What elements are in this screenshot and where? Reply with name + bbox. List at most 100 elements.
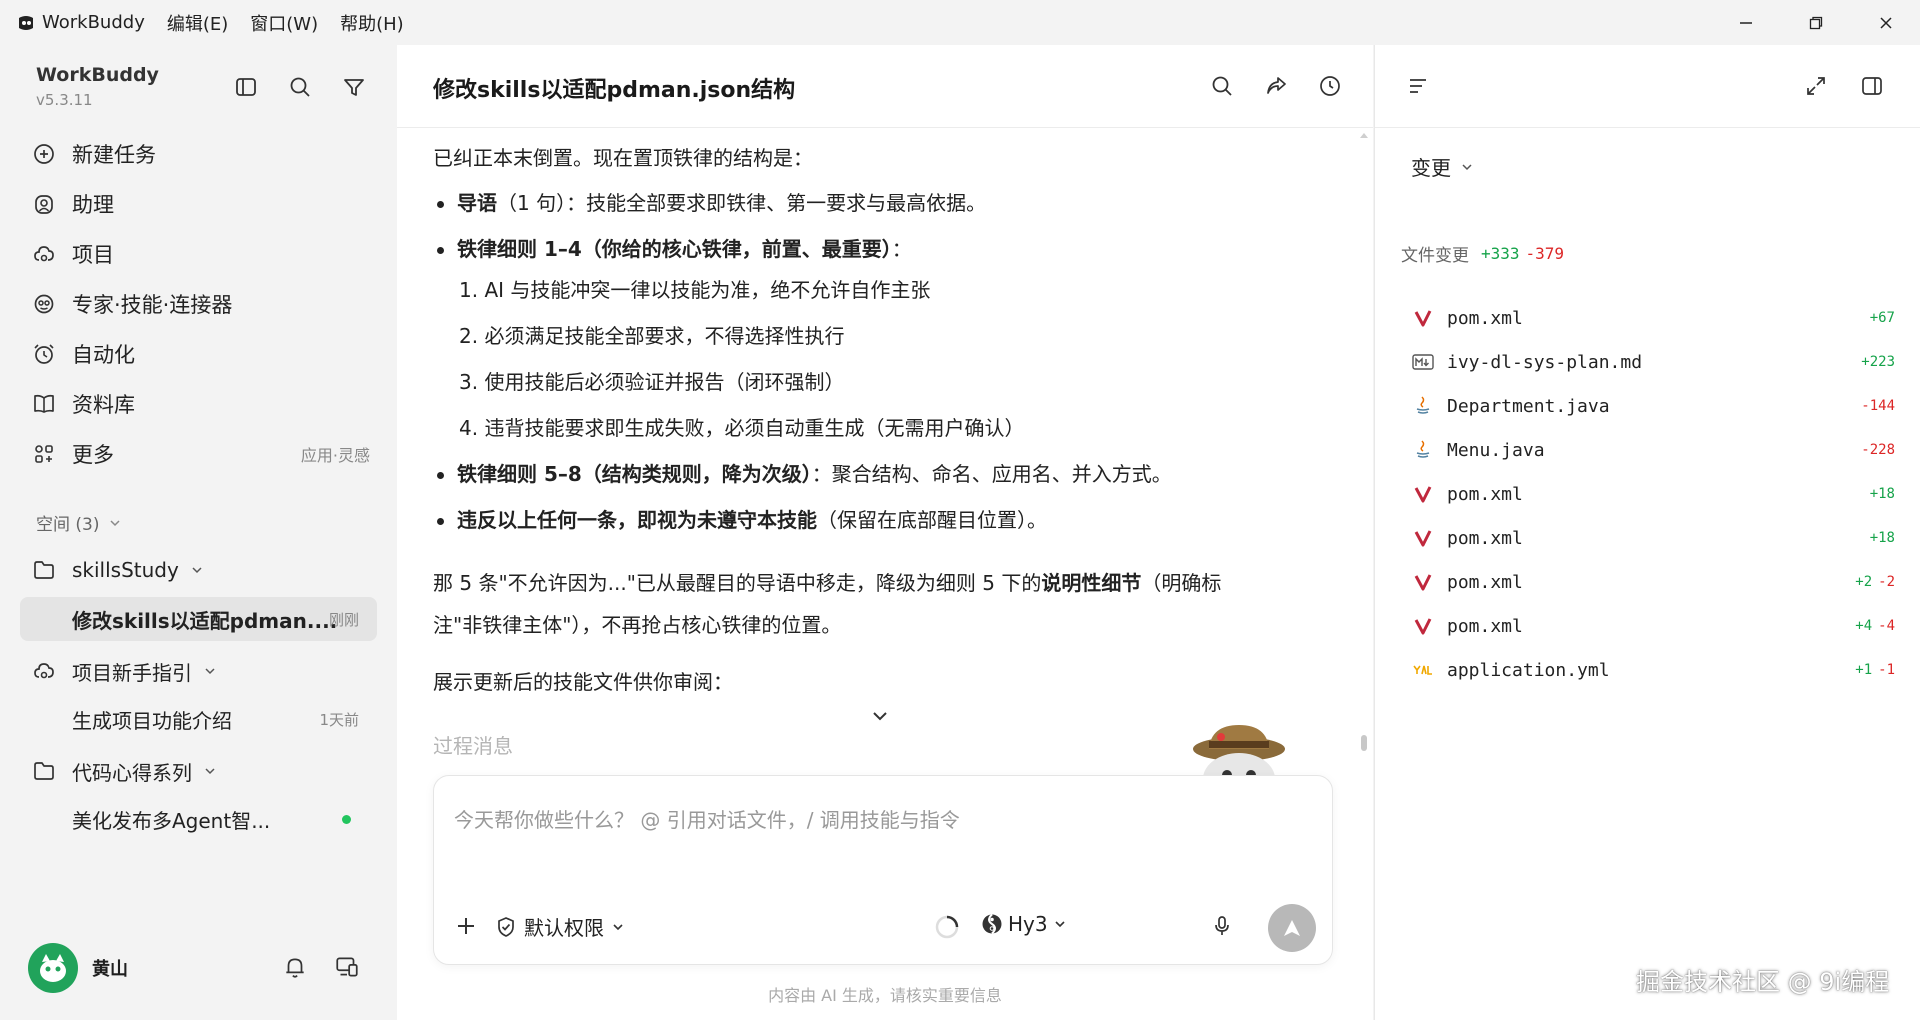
- file-change-row[interactable]: Menu.java -228: [1411, 428, 1895, 472]
- nav-library[interactable]: 资料库: [30, 384, 370, 424]
- watermark: 掘金技术社区 @ 9i编程: [1636, 968, 1890, 996]
- file-name: pom.xml: [1447, 483, 1523, 505]
- task-item[interactable]: 生成项目功能介绍 1天前: [20, 697, 377, 741]
- nav-automation[interactable]: 自动化: [30, 334, 370, 374]
- hunyuan-model-icon: [982, 913, 1002, 935]
- total-additions: +333: [1481, 244, 1520, 263]
- expand-button[interactable]: [1801, 71, 1831, 101]
- chevron-down-icon: [1462, 163, 1472, 170]
- expand-icon: [1807, 77, 1825, 95]
- nav-new-task[interactable]: 新建任务: [30, 134, 370, 174]
- permission-dropdown[interactable]: 默认权限: [494, 912, 626, 941]
- online-status-dot: [342, 814, 351, 824]
- nav-assistant[interactable]: 助理: [30, 184, 370, 224]
- file-name: Department.java: [1447, 395, 1610, 417]
- file-name: pom.xml: [1447, 527, 1523, 549]
- panel-right-icon: [1862, 77, 1882, 95]
- nav-experts[interactable]: 专家·技能·连接器: [30, 284, 370, 324]
- group-name: 项目新手指引: [72, 660, 192, 685]
- minimize-button[interactable]: [1731, 8, 1761, 38]
- task-title: 修改skills以适配pdman....: [72, 608, 338, 633]
- message-intro: 已纠正本末倒置。现在置顶铁律的结构是：: [433, 146, 813, 170]
- scroll-up-arrow-icon[interactable]: [1359, 131, 1369, 139]
- user-name: 黄山: [92, 959, 128, 980]
- nav-more[interactable]: 更多 应用·灵感: [30, 434, 370, 474]
- message-input[interactable]: 今天帮你做些什么？ @ 引用对话文件，/ 调用技能与指令: [454, 804, 960, 833]
- chat-title: 修改skills以适配pdman.json结构: [433, 78, 796, 103]
- bullet-text: （1 句）：技能全部要求即铁律、第一要求与最高依据。: [497, 191, 987, 215]
- toggle-sidebar-button[interactable]: [232, 73, 260, 101]
- file-diff-stats: +67: [1870, 310, 1895, 326]
- ai-disclaimer: 内容由 AI 生成，请核实重要信息: [768, 986, 1002, 1005]
- restore-button[interactable]: [1801, 8, 1831, 38]
- java-icon: [1411, 438, 1435, 462]
- additions: +1: [1855, 662, 1873, 678]
- scrollbar-thumb[interactable]: [1361, 735, 1367, 751]
- title-bar: WorkBuddy 编辑(E) 窗口(W) 帮助(H): [0, 0, 1920, 45]
- app-version: v5.3.11: [36, 91, 93, 109]
- group-skillsstudy[interactable]: skillsStudy: [30, 552, 205, 588]
- model-selector[interactable]: Hy3: [980, 912, 1068, 936]
- rule-item: 2. 必须满足技能全部要求，不得选择性执行: [459, 324, 845, 348]
- file-change-row[interactable]: ivy-dl-sys-plan.md +223: [1411, 340, 1895, 384]
- send-arrow-icon: [1284, 920, 1300, 936]
- paragraph-text: （明确标: [1141, 571, 1222, 595]
- group-onboarding[interactable]: 项目新手指引: [30, 653, 218, 689]
- file-name: pom.xml: [1447, 571, 1523, 593]
- book-icon: [30, 390, 58, 418]
- file-change-row[interactable]: pom.xml +18: [1411, 472, 1895, 516]
- rule-item: 3. 使用技能后必须验证并报告（闭环强制）: [459, 370, 845, 394]
- search-chat-button[interactable]: [1207, 71, 1237, 101]
- task-time: 1天前: [319, 710, 359, 729]
- close-button[interactable]: [1871, 8, 1901, 38]
- file-change-row[interactable]: pom.xml +67: [1411, 296, 1895, 340]
- file-name: application.yml: [1447, 659, 1610, 681]
- paragraph: 那 5 条"不允许因为..."已从最醒目的导语中移走，降级为细则 5 下的说明性…: [433, 570, 1221, 596]
- search-button[interactable]: [286, 73, 314, 101]
- history-button[interactable]: [1315, 71, 1345, 101]
- process-messages-label[interactable]: 过程消息: [433, 730, 513, 759]
- notifications-button[interactable]: [282, 954, 308, 980]
- folder-icon: [30, 556, 58, 584]
- task-item[interactable]: 美化发布多Agent智...: [20, 797, 377, 841]
- plus-circle-icon: [30, 140, 58, 168]
- app-logo: WorkBuddy: [16, 12, 145, 33]
- file-change-row[interactable]: pom.xml +2 -2: [1411, 560, 1895, 604]
- add-attachment-button[interactable]: [454, 914, 478, 938]
- file-change-row[interactable]: pom.xml +4 -4: [1411, 604, 1895, 648]
- nav-label: 助理: [72, 193, 114, 217]
- menu-help[interactable]: 帮助(H): [340, 10, 404, 36]
- changes-dropdown[interactable]: 变更: [1411, 152, 1475, 181]
- group-code-notes[interactable]: 代码心得系列: [30, 753, 218, 789]
- user-row[interactable]: 黄山: [28, 940, 373, 996]
- task-time: 刚刚: [328, 610, 359, 629]
- file-name: pom.xml: [1447, 307, 1523, 329]
- outline-button[interactable]: [1403, 71, 1433, 101]
- menu-window[interactable]: 窗口(W): [250, 10, 318, 36]
- devices-button[interactable]: [334, 954, 360, 980]
- task-item-active[interactable]: 修改skills以适配pdman.... 刚刚: [20, 597, 377, 641]
- additions: +2: [1855, 574, 1873, 590]
- file-diff-stats: +18: [1870, 530, 1895, 546]
- menu-edit[interactable]: 编辑(E): [167, 10, 228, 36]
- bullet-bold: 导语: [457, 191, 497, 215]
- scroll-to-bottom-button[interactable]: [865, 701, 895, 731]
- file-change-row[interactable]: application.yml +1 -1: [1411, 648, 1895, 692]
- file-change-row[interactable]: Department.java -144: [1411, 384, 1895, 428]
- deletions: -1: [1878, 662, 1895, 678]
- send-button[interactable]: [1268, 904, 1316, 952]
- nav-label: 资料库: [72, 393, 135, 417]
- voice-input-button[interactable]: [1210, 914, 1234, 938]
- filter-button[interactable]: [340, 73, 368, 101]
- file-change-row[interactable]: pom.xml +18: [1411, 516, 1895, 560]
- chevron-down-icon: [613, 923, 623, 930]
- close-icon: [1880, 17, 1892, 29]
- bullet-bold: 铁律细则 1–4（你给的核心铁律，前置、最重要）: [457, 237, 892, 261]
- toggle-panel-button[interactable]: [1857, 71, 1887, 101]
- paragraph: 展示更新后的技能文件供你审阅：: [433, 670, 733, 694]
- sidebar-panel-icon: [236, 78, 256, 96]
- share-button[interactable]: [1261, 71, 1291, 101]
- nav-project[interactable]: 项目: [30, 234, 370, 274]
- changes-header: [1375, 45, 1920, 128]
- space-header[interactable]: 空间 (3): [36, 510, 123, 535]
